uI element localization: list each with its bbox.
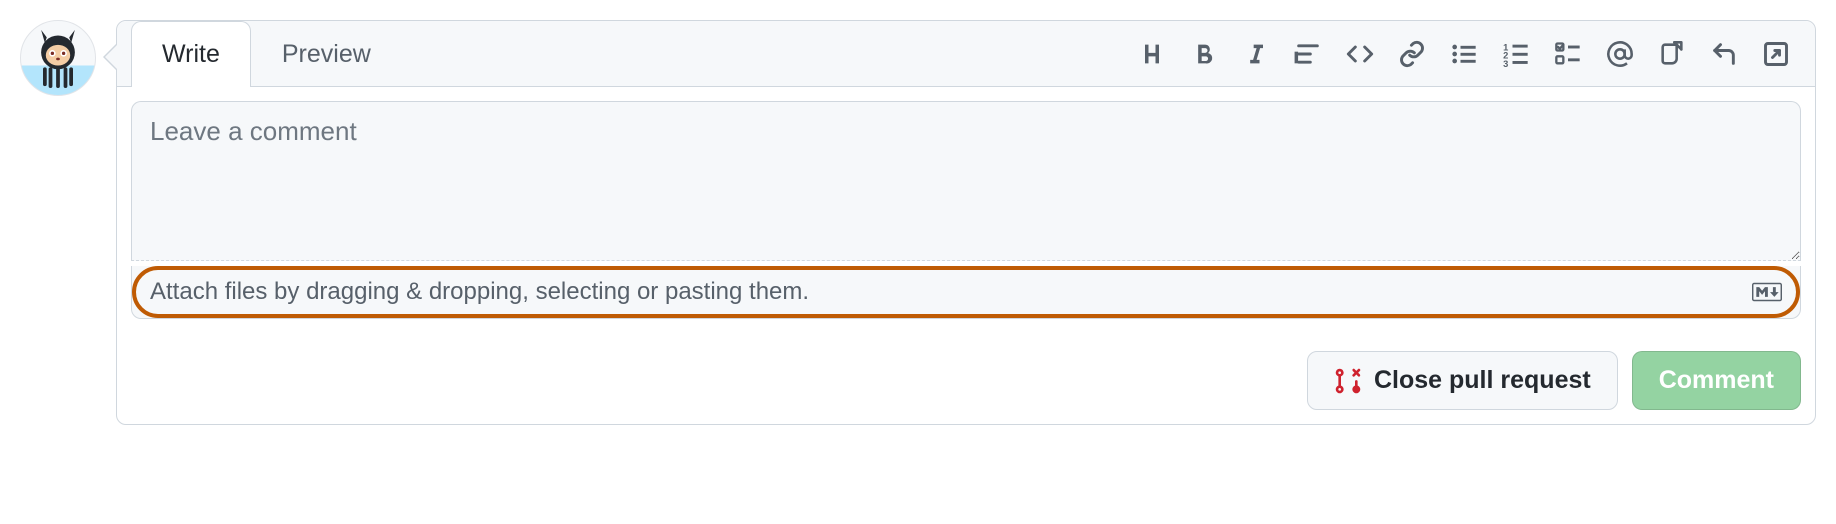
git-pull-request-closed-icon — [1334, 367, 1362, 395]
link-icon[interactable] — [1397, 39, 1427, 69]
code-icon[interactable] — [1345, 39, 1375, 69]
attach-files-row[interactable]: Attach files by dragging & dropping, sel… — [131, 266, 1801, 319]
comment-button[interactable]: Comment — [1632, 351, 1801, 410]
comment-button-label: Comment — [1659, 366, 1774, 395]
bold-icon[interactable] — [1189, 39, 1219, 69]
fullscreen-icon[interactable] — [1761, 39, 1791, 69]
heading-icon[interactable] — [1137, 39, 1167, 69]
comment-textarea[interactable] — [131, 101, 1801, 261]
close-pull-request-button[interactable]: Close pull request — [1307, 351, 1618, 410]
attach-hint-text: Attach files by dragging & dropping, sel… — [150, 278, 809, 306]
unordered-list-icon[interactable] — [1449, 39, 1479, 69]
markdown-icon[interactable] — [1752, 282, 1782, 302]
cross-reference-icon[interactable] — [1657, 39, 1687, 69]
reply-icon[interactable] — [1709, 39, 1739, 69]
ordered-list-icon[interactable]: 123 — [1501, 39, 1531, 69]
tab-preview[interactable]: Preview — [251, 21, 402, 87]
toolbar: 123 — [1137, 39, 1801, 69]
tab-write[interactable]: Write — [131, 21, 251, 87]
octocat-icon — [28, 28, 88, 88]
quote-icon[interactable] — [1293, 39, 1323, 69]
mention-icon[interactable] — [1605, 39, 1635, 69]
tabs-bar: Write Preview 123 — [117, 21, 1815, 87]
close-button-label: Close pull request — [1374, 366, 1591, 395]
task-list-icon[interactable] — [1553, 39, 1583, 69]
avatar[interactable] — [20, 20, 96, 96]
comment-box: Write Preview 123 — [116, 20, 1816, 425]
svg-text:3: 3 — [1503, 58, 1508, 67]
italic-icon[interactable] — [1241, 39, 1271, 69]
